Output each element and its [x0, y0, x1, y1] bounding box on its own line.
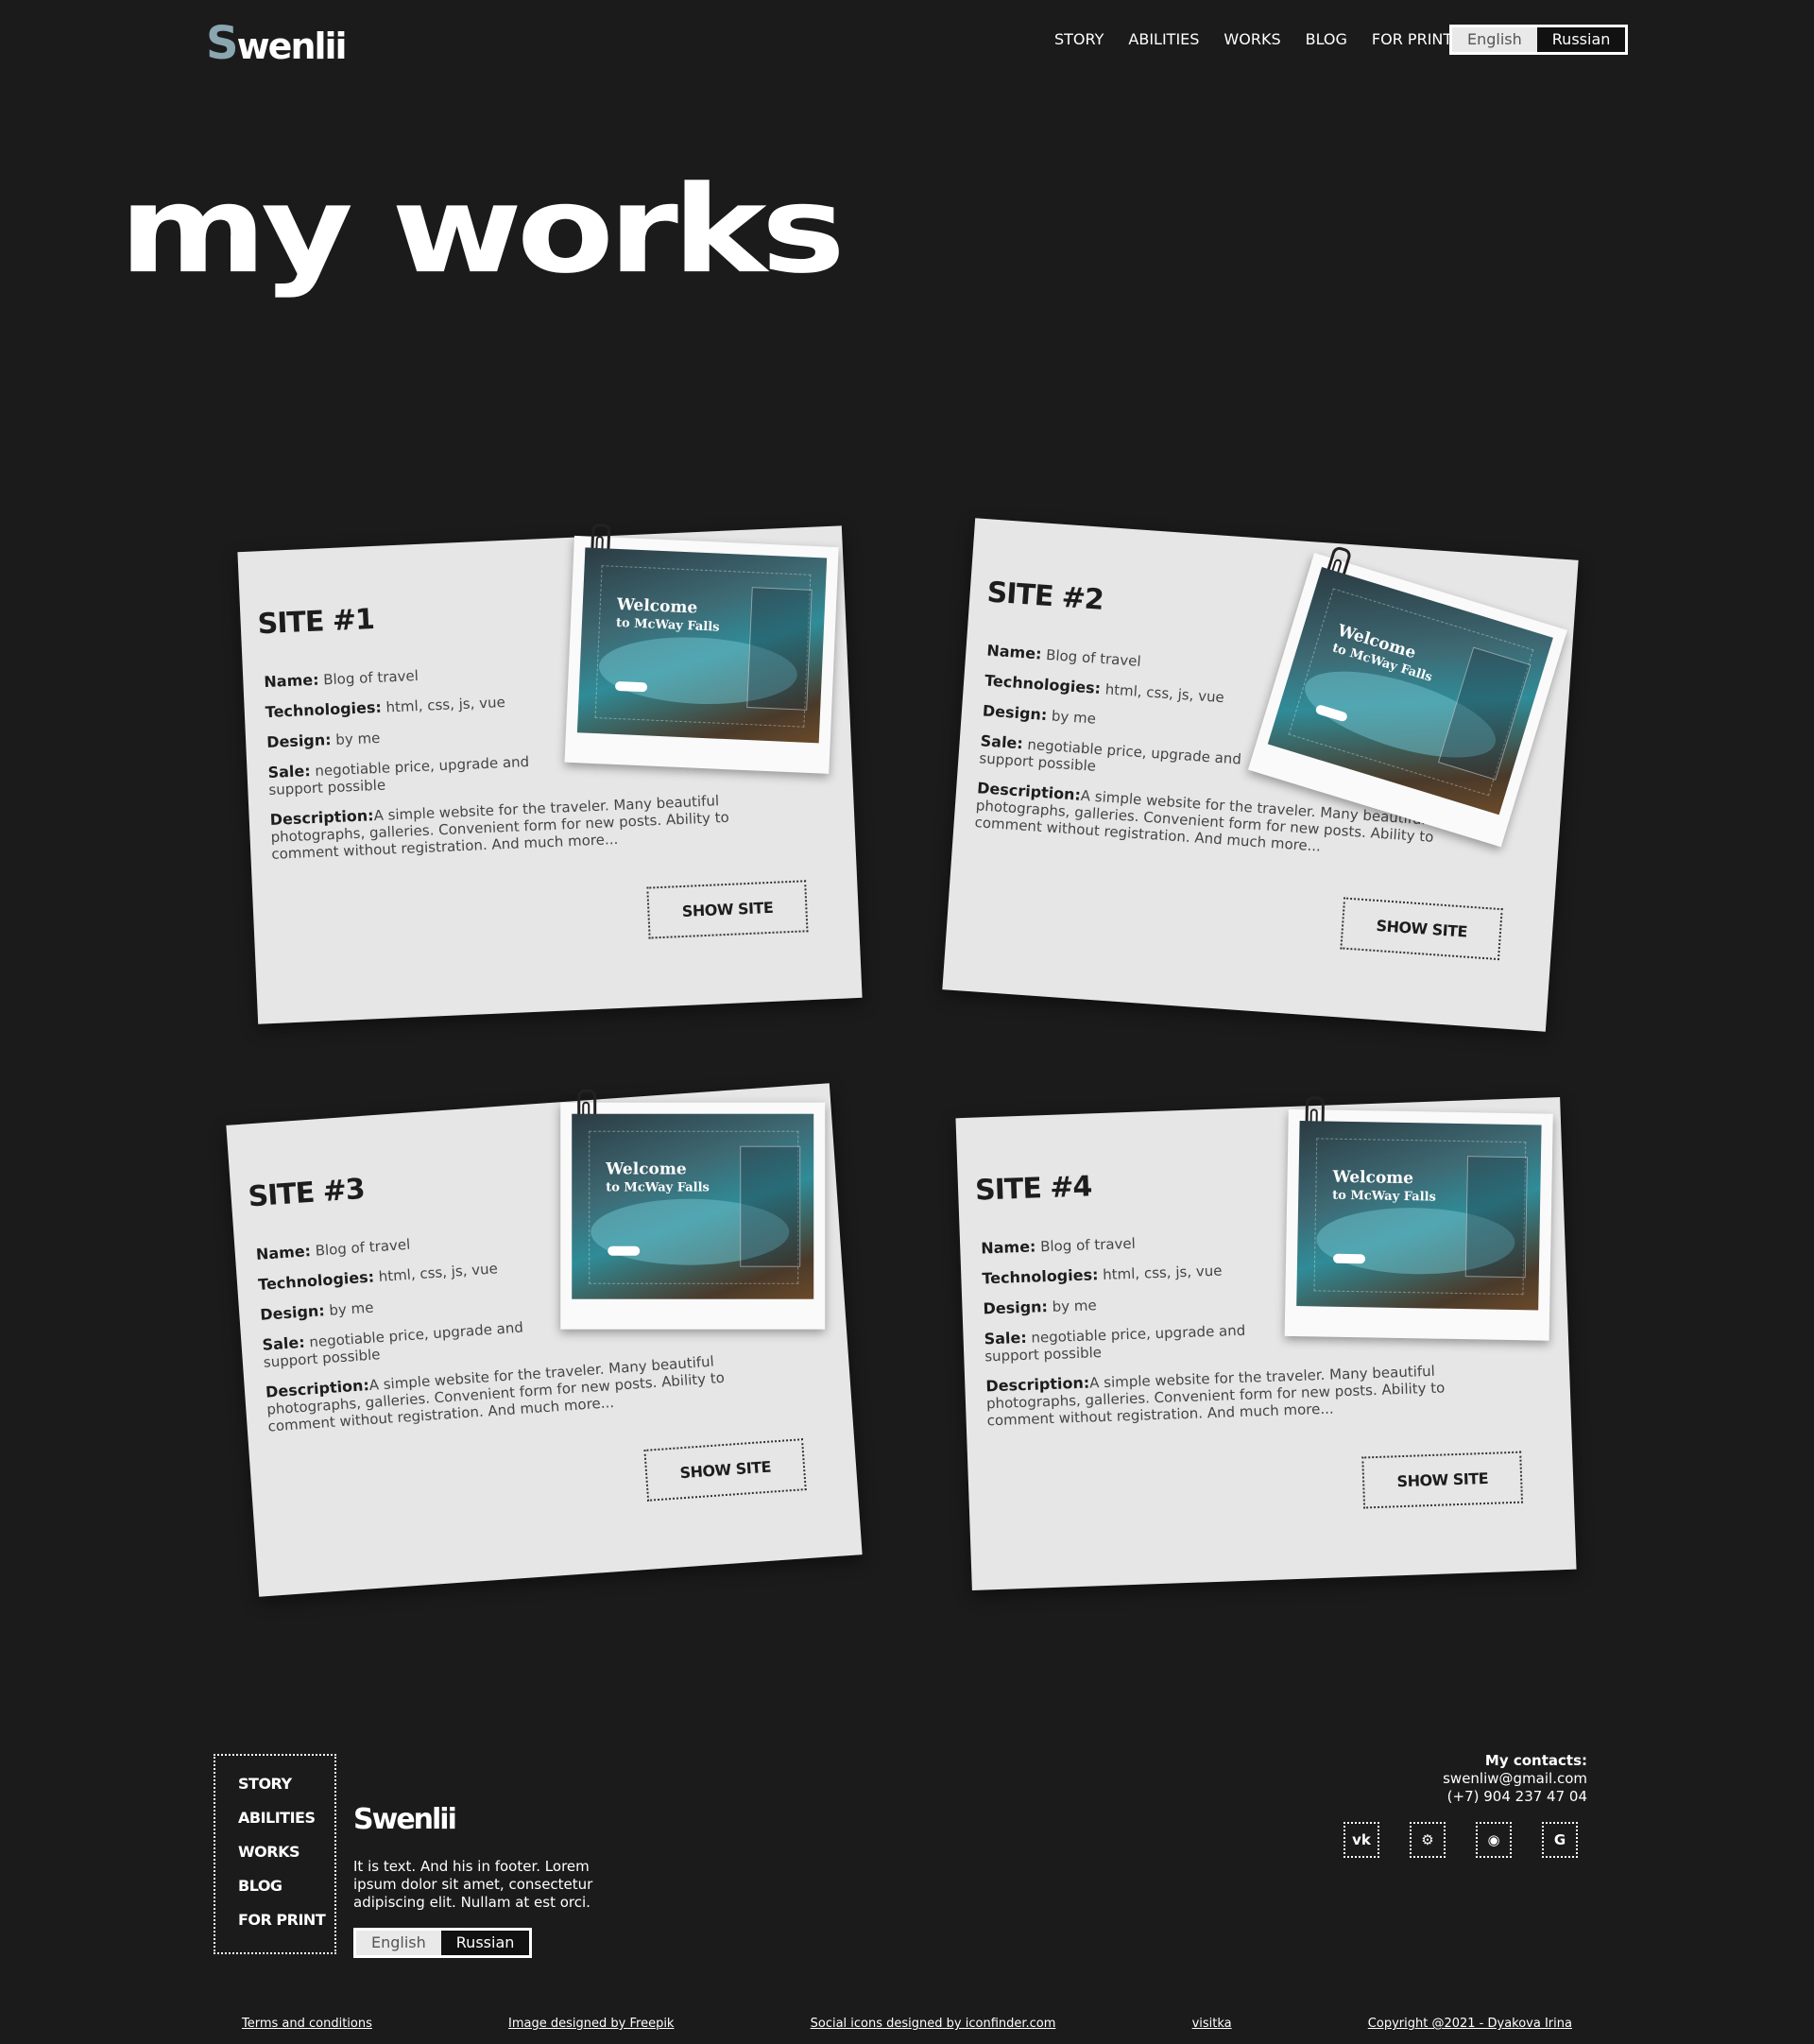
- logo-text: wenlii: [236, 26, 348, 67]
- site-screenshot: Welcome to McWay Falls: [572, 1113, 814, 1299]
- design-value: by me: [1052, 1297, 1097, 1315]
- nav-works[interactable]: WORKS: [1224, 28, 1280, 51]
- design-label: Design:: [259, 1301, 326, 1324]
- terms-link[interactable]: Terms and conditions: [242, 2017, 372, 2031]
- footer-nav-for-print[interactable]: FOR PRINT: [238, 1911, 334, 1929]
- card-heading: SITE #3: [247, 1172, 366, 1214]
- google-icon[interactable]: G: [1542, 1822, 1578, 1858]
- name-value: Blog of travel: [1045, 645, 1142, 670]
- site-screenshot-photo: Welcome to McWay Falls: [560, 1089, 826, 1330]
- sale-label: Sale:: [984, 1328, 1028, 1348]
- contacts-title: My contacts:: [1484, 1752, 1587, 1769]
- site-screenshot: Welcome to McWay Falls: [576, 547, 828, 744]
- footer-nav-works[interactable]: WORKS: [238, 1843, 334, 1861]
- name-label: Name:: [255, 1242, 312, 1264]
- design-value: by me: [1051, 707, 1097, 728]
- design-value: by me: [328, 1298, 374, 1319]
- screenshot-title: Welcome: [606, 1159, 687, 1179]
- work-card: SITE #2 Name: Blog of travel Technologie…: [942, 518, 1579, 1032]
- design-label: Design:: [983, 1297, 1049, 1318]
- steam-icon[interactable]: ⚙: [1410, 1822, 1446, 1858]
- screenshot-subtitle: to McWay Falls: [1332, 1188, 1436, 1205]
- description-value: A simple website for the traveler. Many …: [270, 792, 730, 863]
- technologies-value: html, css, js, vue: [378, 1260, 499, 1286]
- technologies-value: html, css, js, vue: [1104, 680, 1225, 707]
- screenshot-title: Welcome: [1332, 1167, 1414, 1189]
- name-label: Name:: [985, 641, 1043, 663]
- footer-nav: STORY ABILITIES WORKS BLOG FOR PRINT: [214, 1754, 336, 1954]
- work-card: SITE #4 Name: Blog of travel Technologie…: [955, 1096, 1577, 1591]
- site-screenshot-photo: Welcome to McWay Falls: [564, 523, 839, 774]
- footer-text: It is text. And his in footer. Lorem ips…: [353, 1858, 593, 1911]
- nav-story[interactable]: STORY: [1054, 28, 1104, 51]
- iconfinder-credit-link[interactable]: Social icons designed by iconfinder.com: [811, 2017, 1056, 2031]
- screenshot-title: Welcome: [616, 594, 698, 618]
- name-label: Name:: [264, 670, 319, 692]
- site-screenshot-photo: Welcome to McWay Falls: [1284, 1096, 1553, 1341]
- name-value: Blog of travel: [1039, 1234, 1137, 1256]
- visitka-link[interactable]: visitka: [1192, 2017, 1232, 2031]
- site-screenshot: Welcome to McWay Falls: [1267, 566, 1553, 816]
- footer-logo[interactable]: Swenlii: [353, 1803, 457, 1836]
- name-value: Blog of travel: [315, 1235, 411, 1260]
- description-value: A simple website for the traveler. Many …: [985, 1362, 1446, 1430]
- copyright-link[interactable]: Copyright @2021 - Dyakova Irina: [1368, 2017, 1572, 2031]
- show-site-button[interactable]: SHOW SITE: [1340, 897, 1503, 961]
- contact-phone[interactable]: (+7) 904 237 47 04: [1443, 1788, 1587, 1806]
- vk-icon[interactable]: vk: [1343, 1822, 1379, 1858]
- page-title: my works: [119, 160, 846, 301]
- footer-nav-story[interactable]: STORY: [238, 1775, 334, 1793]
- logo-initial: S: [206, 17, 239, 70]
- card-heading: SITE #1: [256, 602, 375, 642]
- social-links: vk ⚙ ◉ G: [1343, 1822, 1578, 1858]
- technologies-value: html, css, js, vue: [1102, 1262, 1223, 1283]
- nav-blog[interactable]: BLOG: [1306, 28, 1347, 51]
- lang-english-button[interactable]: English: [1452, 27, 1537, 52]
- design-label: Design:: [265, 730, 332, 752]
- footer-language-switcher: English Russian: [353, 1928, 533, 1958]
- card-heading: SITE #4: [974, 1170, 1092, 1208]
- contacts: My contacts: swenliw@gmail.com (+7) 904 …: [1443, 1752, 1587, 1806]
- card-heading: SITE #2: [985, 575, 1104, 617]
- nav-for-print[interactable]: FOR PRINT: [1372, 28, 1452, 51]
- show-site-button[interactable]: SHOW SITE: [1361, 1451, 1524, 1509]
- logo[interactable]: Swenlii: [206, 17, 348, 70]
- design-label: Design:: [982, 701, 1048, 725]
- work-card: SITE #3 Name: Blog of travel Technologie…: [226, 1083, 863, 1597]
- bottom-links: Terms and conditions Image designed by F…: [242, 2017, 1572, 2031]
- technologies-label: Technologies:: [984, 671, 1102, 697]
- nav-abilities[interactable]: ABILITIES: [1128, 28, 1199, 51]
- show-site-button[interactable]: SHOW SITE: [646, 880, 809, 939]
- technologies-label: Technologies:: [257, 1267, 375, 1294]
- technologies-label: Technologies:: [982, 1265, 1099, 1288]
- technologies-label: Technologies:: [265, 697, 383, 722]
- language-switcher: English Russian: [1449, 25, 1629, 55]
- contact-email[interactable]: swenliw@gmail.com: [1443, 1770, 1587, 1788]
- freepik-credit-link[interactable]: Image designed by Freepik: [508, 2017, 674, 2031]
- screenshot-subtitle: to McWay Falls: [606, 1180, 710, 1195]
- design-value: by me: [334, 729, 381, 748]
- site-screenshot: Welcome to McWay Falls: [1296, 1121, 1542, 1311]
- footer-nav-abilities[interactable]: ABILITIES: [238, 1809, 334, 1827]
- name-value: Blog of travel: [322, 666, 419, 689]
- screenshot-subtitle: to McWay Falls: [615, 615, 720, 635]
- show-site-button[interactable]: SHOW SITE: [643, 1438, 807, 1502]
- work-card: SITE #1 Name: Blog of travel Technologie…: [237, 523, 863, 1024]
- footer-lang-english-button[interactable]: English: [356, 1931, 441, 1955]
- footer-lang-russian-button[interactable]: Russian: [440, 1931, 530, 1955]
- github-icon[interactable]: ◉: [1476, 1822, 1512, 1858]
- name-label: Name:: [980, 1237, 1036, 1258]
- sale-label: Sale:: [267, 762, 312, 782]
- footer-nav-blog[interactable]: BLOG: [238, 1877, 334, 1895]
- lang-russian-button[interactable]: Russian: [1536, 27, 1626, 52]
- technologies-value: html, css, js, vue: [385, 693, 506, 716]
- main-nav: STORY ABILITIES WORKS BLOG FOR PRINT: [1054, 28, 1477, 51]
